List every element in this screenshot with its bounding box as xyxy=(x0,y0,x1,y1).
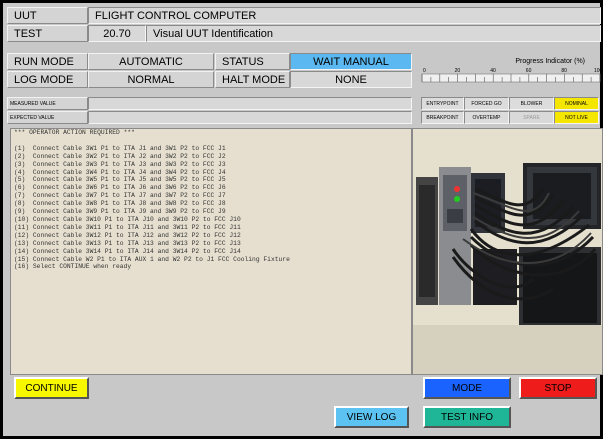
operator-message-console[interactable]: *** OPERATOR ACTION REQUIRED *** (1) Con… xyxy=(10,128,412,375)
indicator-spare: SPARE xyxy=(509,111,554,124)
measured-value-field xyxy=(88,97,412,110)
indicator-blower: BLOWER xyxy=(509,97,554,110)
progress-tick-label: 0 xyxy=(423,68,426,74)
console-line: (2) Connect Cable 3W2 P1 to ITA J2 and 3… xyxy=(14,152,226,160)
continue-button[interactable]: CONTINUE xyxy=(14,377,89,399)
console-line: (13) Connect Cable 3W13 P1 to ITA J13 an… xyxy=(14,239,241,247)
progress-tick-label: 80 xyxy=(561,68,567,74)
progress-tick-label: 40 xyxy=(490,68,496,74)
expected-value-field xyxy=(88,111,412,124)
run-mode-value: AUTOMATIC xyxy=(88,53,214,70)
console-line: (1) Connect Cable 3W1 P1 to ITA J1 and 3… xyxy=(14,144,226,152)
indicator-forced-go: FORCED GO xyxy=(464,97,509,110)
indicator-overtemp: OVERTEMP xyxy=(464,111,509,124)
test-executive-window: UUT FLIGHT CONTROL COMPUTER TEST 20.70 V… xyxy=(3,3,603,436)
indicator-breakpoint: BREAKPOINT xyxy=(421,111,464,124)
uut-label: UUT xyxy=(7,7,88,24)
progress-tick-label: 20 xyxy=(455,68,461,74)
test-label: TEST xyxy=(7,25,88,42)
status-value: WAIT MANUAL xyxy=(290,53,412,70)
console-line: (4) Connect Cable 3W4 P1 to ITA J4 and 3… xyxy=(14,168,226,176)
expected-value-label: EXPECTED VALUE xyxy=(7,111,88,124)
test-number: 20.70 xyxy=(88,25,146,42)
console-line: (7) Connect Cable 3W7 P1 to ITA J7 and 3… xyxy=(14,192,226,200)
indicator-entrypoint: ENTRYPOINT xyxy=(421,97,464,110)
view-log-button[interactable]: VIEW LOG xyxy=(334,406,409,428)
halt-mode-value: NONE xyxy=(290,71,412,88)
console-line: (3) Connect Cable 3W3 P1 to ITA J3 and 3… xyxy=(14,160,226,168)
mode-button[interactable]: MODE xyxy=(423,377,511,399)
measured-value-label: MEASURED VALUE xyxy=(7,97,88,110)
console-line: *** OPERATOR ACTION REQUIRED *** xyxy=(14,129,135,136)
uut-value: FLIGHT CONTROL COMPUTER xyxy=(88,7,601,24)
console-line: (8) Connect Cable 3W8 P1 to ITA J8 and 3… xyxy=(14,200,226,208)
test-info-button[interactable]: TEST INFO xyxy=(423,406,511,428)
console-line: (15) Connect Cable W2 P1 to ITA AUX 1 an… xyxy=(14,255,290,263)
status-label: STATUS xyxy=(215,53,290,70)
progress-tick-label: 100 xyxy=(594,68,601,74)
indicator-nominal: NOMINAL xyxy=(554,97,599,110)
progress-tick-label: 60 xyxy=(526,68,532,74)
progress-indicator: 0 20 40 60 80 100 xyxy=(421,68,601,83)
log-mode-value: NORMAL xyxy=(88,71,214,88)
console-line: (16) Select CONTINUE when ready xyxy=(14,263,132,271)
run-mode-label: RUN MODE xyxy=(7,53,88,70)
halt-mode-label: HALT MODE xyxy=(215,71,290,88)
console-line: (12) Connect Cable 3W12 P1 to ITA J12 an… xyxy=(14,231,241,239)
console-line: (6) Connect Cable 3W6 P1 to ITA J6 and 3… xyxy=(14,184,226,192)
uut-connection-photo xyxy=(412,128,603,375)
console-line: (11) Connect Cable 3W11 P1 to ITA J11 an… xyxy=(14,223,241,231)
test-name: Visual UUT Identification xyxy=(146,25,601,42)
console-line: (14) Connect Cable 3W14 P1 to ITA J14 an… xyxy=(14,247,241,255)
stop-button[interactable]: STOP xyxy=(519,377,597,399)
console-line: (9) Connect Cable 3W9 P1 to ITA J9 and 3… xyxy=(14,208,226,216)
console-line: (10) Connect Cable 3W10 P1 to ITA J10 an… xyxy=(14,215,241,223)
console-line: (5) Connect Cable 3W5 P1 to ITA J5 and 3… xyxy=(14,176,226,184)
log-mode-label: LOG MODE xyxy=(7,71,88,88)
indicator-not-live: NOT LIVE xyxy=(554,111,599,124)
